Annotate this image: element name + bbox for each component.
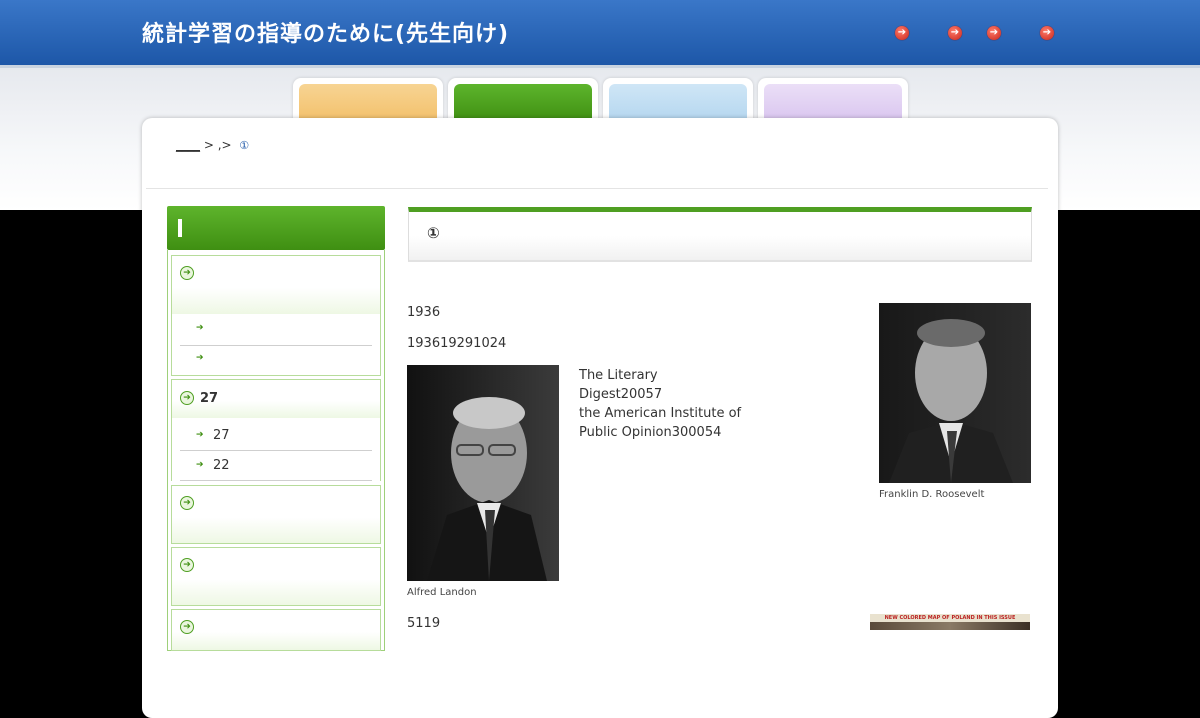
header-link-4[interactable]: ➔ (1040, 26, 1054, 40)
arrow-right-icon: ➔ (1042, 27, 1052, 38)
tab-fill (609, 84, 747, 122)
tab-fill (764, 84, 902, 122)
description-line: Public Opinion300054 (579, 425, 722, 440)
divider (180, 450, 372, 451)
breadcrumb-separator: > (203, 138, 214, 152)
site-header: 統計学習の指導のために(先生向け) ➔ ➔ ➔ ➔ (0, 0, 1200, 68)
tab-fill (454, 84, 592, 122)
circle-arrow-icon: ➔ (180, 558, 194, 572)
breadcrumb: ____ > ,> ① (176, 138, 249, 152)
description-line: Digest20057 (579, 387, 663, 402)
caption-roosevelt: Franklin D. Roosevelt (879, 489, 985, 500)
nav-tab-4[interactable] (758, 78, 908, 122)
header-link-1[interactable]: ➔ (895, 26, 909, 40)
section-heading: ① (408, 207, 1032, 262)
landon-photo (407, 365, 559, 581)
circle-arrow-icon: ➔ (180, 266, 194, 280)
breadcrumb-current: ① (239, 139, 250, 152)
description-line: the American Institute of (579, 406, 742, 421)
portrait-image (427, 397, 547, 581)
magazine-title-strip (870, 622, 1030, 630)
breadcrumb-separator: > (221, 138, 232, 152)
portrait-image (889, 319, 1013, 483)
tab-fill (299, 84, 437, 122)
magazine-cover: NEW COLORED MAP OF POLAND IN THIS ISSUE (870, 614, 1030, 630)
description-line: The Literary (579, 368, 658, 383)
site-title[interactable]: 統計学習の指導のために(先生向け) (142, 16, 509, 48)
arrow-right-icon: ➔ (196, 430, 204, 440)
header-link-2[interactable]: ➔ (948, 26, 962, 40)
nav-tab-2[interactable] (448, 78, 598, 122)
sidebar-group-title: 27 (200, 391, 219, 406)
sidebar-header (167, 206, 385, 250)
arrow-right-icon: ➔ (196, 353, 204, 363)
paragraph: 193619291024 (407, 336, 507, 351)
sidebar-group-1[interactable]: ➔ (171, 255, 381, 315)
nav-tab-3[interactable] (603, 78, 753, 122)
divider (180, 480, 372, 481)
sidebar-group-5[interactable]: ➔ (171, 609, 381, 651)
paragraph: 5119 (407, 616, 441, 631)
magazine-banner: NEW COLORED MAP OF POLAND IN THIS ISSUE (884, 615, 1016, 621)
divider (180, 345, 372, 346)
arrow-right-icon: ➔ (989, 27, 999, 38)
divider (146, 188, 1048, 189)
arrow-right-icon: ➔ (897, 27, 907, 38)
section-heading-text: ① (427, 224, 440, 242)
breadcrumb-home[interactable]: ____ (176, 138, 200, 152)
sidebar-group-4[interactable]: ➔ (171, 547, 381, 606)
nav-tab-1[interactable] (293, 78, 443, 122)
paragraph: 1936 (407, 305, 441, 320)
circle-arrow-icon: ➔ (180, 496, 194, 510)
arrow-right-icon: ➔ (950, 27, 960, 38)
description: The Literary Digest20057 the American In… (579, 366, 759, 442)
circle-arrow-icon: ➔ (180, 391, 194, 405)
roosevelt-photo (879, 303, 1031, 483)
arrow-right-icon: ➔ (196, 323, 204, 333)
sidebar-group-2[interactable]: ➔ 27 (171, 379, 381, 419)
sidebar-item[interactable]: 22 (213, 458, 230, 473)
arrow-right-icon: ➔ (196, 460, 204, 470)
circle-arrow-icon: ➔ (180, 620, 194, 634)
sidebar-group-3[interactable]: ➔ (171, 485, 381, 544)
header-link-3[interactable]: ➔ (987, 26, 1001, 40)
caption-landon: Alfred Landon (407, 587, 477, 598)
sidebar-header-bar (178, 219, 182, 237)
sidebar-item[interactable]: 27 (213, 428, 230, 443)
